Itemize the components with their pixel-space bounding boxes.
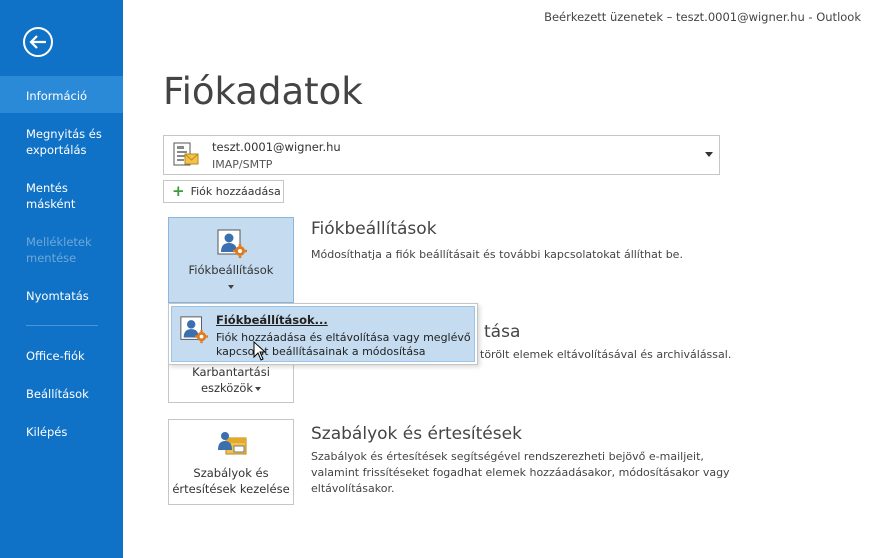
account-icon — [173, 142, 199, 166]
nav-item-open-export[interactable]: Megnyitás és exportálás — [0, 126, 123, 158]
backstage-sidebar: Információ Megnyitás és exportálás Menté… — [0, 0, 123, 558]
tile-label-line-2: eszközök — [169, 380, 293, 396]
account-selector[interactable]: teszt.0001@wigner.hu IMAP/SMTP — [163, 135, 720, 175]
nav-item-office-account[interactable]: Office-fiók — [0, 348, 123, 364]
account-type: IMAP/SMTP — [212, 158, 273, 171]
add-account-button[interactable]: + Fiók hozzáadása — [163, 180, 284, 203]
account-settings-tile[interactable]: Fiókbeállítások — [168, 217, 294, 303]
account-settings-title: Fiókbeállítások — [311, 219, 437, 239]
nav-item-label: Mentés másként — [26, 181, 76, 211]
account-settings-icon — [180, 316, 209, 344]
mouse-cursor-icon — [253, 341, 267, 361]
nav-item-save-attachments: Mellékletek mentése — [0, 234, 123, 266]
nav-item-label: Mellékletek mentése — [26, 235, 92, 265]
tile-label-line-1: Karbantartási — [192, 365, 270, 379]
nav-item-exit[interactable]: Kilépés — [0, 424, 123, 440]
cleanup-title: tása — [484, 322, 521, 342]
chevron-down-icon — [169, 278, 293, 294]
rules-title: Szabályok és értesítések — [311, 424, 522, 444]
rules-alerts-tile[interactable]: Szabályok és értesítések kezelése — [168, 419, 294, 505]
account-settings-icon — [217, 229, 247, 258]
nav-item-label: Beállítások — [26, 387, 89, 401]
nav-item-label: Információ — [26, 89, 88, 103]
nav-item-options[interactable]: Beállítások — [0, 386, 123, 402]
account-settings-menu: Fiókbeállítások... Fiók hozzáadása és el… — [168, 303, 478, 365]
nav-item-label: Nyomtatás — [26, 289, 89, 303]
rules-icon — [218, 432, 247, 455]
account-settings-desc: Módosíthatja a fiók beállításait és tová… — [311, 248, 683, 261]
nav-item-label: Megnyitás és exportálás — [26, 127, 102, 157]
nav-item-info[interactable]: Információ — [0, 76, 123, 113]
tile-label-line-1: Szabályok és — [193, 466, 269, 480]
page-title: Fiókadatok — [163, 70, 363, 113]
cleanup-desc: törölt elemek eltávolításával és archivá… — [480, 348, 732, 361]
nav-item-label: Office-fiók — [26, 349, 85, 363]
nav-item-print[interactable]: Nyomtatás — [0, 288, 123, 304]
dropdown-arrow-icon[interactable] — [705, 152, 713, 157]
nav-item-label: Kilépés — [26, 425, 68, 439]
back-arrow-icon[interactable] — [23, 27, 53, 57]
menu-item-title: Fiókbeállítások... — [216, 313, 328, 327]
tile-label: Fiókbeállítások — [188, 263, 274, 277]
rules-desc-line-2: valamint frissítéseket fogadhat elemek h… — [311, 466, 730, 479]
add-account-label: Fiók hozzáadása — [190, 185, 281, 198]
rules-desc-line-1: Szabályok és értesítések segítségével re… — [311, 450, 704, 463]
account-settings-menu-item[interactable]: Fiókbeállítások... Fiók hozzáadása és el… — [171, 306, 475, 362]
account-email: teszt.0001@wigner.hu — [212, 140, 341, 154]
plus-icon: + — [172, 182, 185, 200]
rules-desc-line-3: eltávolításakor. — [311, 482, 395, 495]
tile-label-line-2: értesítések kezelése — [172, 482, 290, 496]
window-title: Beérkezett üzenetek – teszt.0001@wigner.… — [544, 10, 861, 24]
nav-item-save-as[interactable]: Mentés másként — [0, 180, 123, 212]
nav-divider — [26, 325, 98, 326]
